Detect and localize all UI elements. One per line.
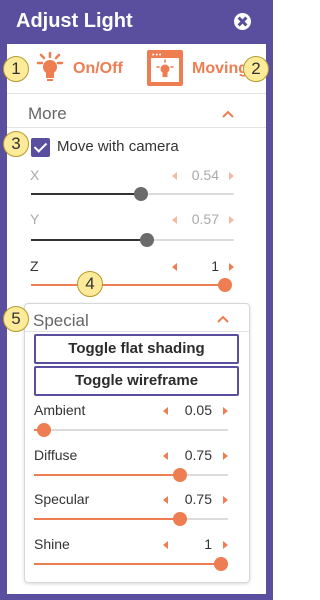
slider-thumb[interactable]	[133, 187, 148, 201]
arrow-left-icon[interactable]	[172, 263, 177, 271]
callout-1: 1	[3, 56, 29, 82]
divider	[25, 331, 249, 332]
y-label: Y	[30, 211, 40, 227]
ambient-slider[interactable]	[34, 423, 228, 437]
ambient-value[interactable]: 0.05	[180, 402, 212, 418]
arrow-right-icon[interactable]	[223, 407, 228, 415]
lightbulb-icon	[156, 59, 174, 77]
divider	[7, 127, 266, 128]
arrow-right-icon[interactable]	[229, 172, 234, 180]
arrow-right-icon[interactable]	[229, 263, 234, 271]
y-value[interactable]: 0.57	[187, 211, 219, 227]
move-with-camera-label: Move with camera	[57, 138, 179, 155]
slider-thumb[interactable]	[139, 233, 154, 247]
more-heading[interactable]: More	[28, 104, 67, 124]
chevron-up-icon[interactable]	[217, 315, 229, 323]
ambient-label: Ambient	[34, 402, 86, 418]
slider-thumb[interactable]	[172, 512, 187, 526]
move-with-camera-checkbox[interactable]	[31, 138, 50, 157]
diffuse-slider[interactable]	[34, 468, 228, 482]
arrow-right-icon[interactable]	[223, 452, 228, 460]
arrow-left-icon[interactable]	[172, 216, 177, 224]
on-off-button[interactable]: On/Off	[73, 60, 123, 78]
chevron-up-icon[interactable]	[222, 110, 234, 118]
diffuse-label: Diffuse	[34, 447, 78, 463]
z-label: Z	[30, 258, 39, 274]
callout-4: 4	[77, 271, 103, 297]
shine-value[interactable]: 1	[180, 536, 212, 552]
arrow-left-icon[interactable]	[163, 541, 168, 549]
x-label: X	[30, 167, 40, 183]
y-slider[interactable]	[31, 233, 234, 247]
specular-value[interactable]: 0.75	[180, 491, 212, 507]
divider	[7, 93, 266, 94]
toggle-wireframe-button[interactable]: Toggle wireframe	[34, 366, 239, 396]
arrow-left-icon[interactable]	[163, 496, 168, 504]
arrow-left-icon[interactable]	[163, 452, 168, 460]
callout-2: 2	[243, 56, 269, 82]
x-value[interactable]: 0.54	[187, 167, 219, 183]
arrow-left-icon[interactable]	[163, 407, 168, 415]
specular-label: Specular	[34, 491, 90, 507]
diffuse-value[interactable]: 0.75	[180, 447, 212, 463]
callout-3: 3	[3, 131, 29, 157]
special-heading[interactable]: Special	[33, 311, 89, 331]
callout-5: 5	[3, 306, 29, 332]
shine-slider[interactable]	[34, 557, 228, 571]
slider-thumb[interactable]	[172, 468, 187, 482]
close-icon[interactable]	[234, 13, 251, 30]
window-lightbulb-icon[interactable]: •••	[147, 50, 183, 86]
toggle-flat-shading-button[interactable]: Toggle flat shading	[34, 334, 239, 364]
arrow-right-icon[interactable]	[229, 216, 234, 224]
shine-label: Shine	[34, 536, 70, 552]
window-title: Adjust Light	[16, 10, 133, 32]
lightbulb-icon[interactable]	[34, 51, 66, 85]
title-bar: Adjust Light	[0, 0, 273, 44]
arrow-left-icon[interactable]	[172, 172, 177, 180]
specular-slider[interactable]	[34, 512, 228, 526]
slider-thumb[interactable]	[218, 278, 232, 292]
slider-thumb[interactable]	[36, 423, 51, 437]
moving-button[interactable]: Moving	[192, 60, 248, 78]
slider-thumb[interactable]	[214, 557, 228, 571]
z-slider[interactable]	[31, 278, 232, 292]
z-value[interactable]: 1	[187, 258, 219, 274]
arrow-right-icon[interactable]	[223, 496, 228, 504]
arrow-right-icon[interactable]	[223, 541, 228, 549]
x-slider[interactable]	[31, 187, 234, 201]
